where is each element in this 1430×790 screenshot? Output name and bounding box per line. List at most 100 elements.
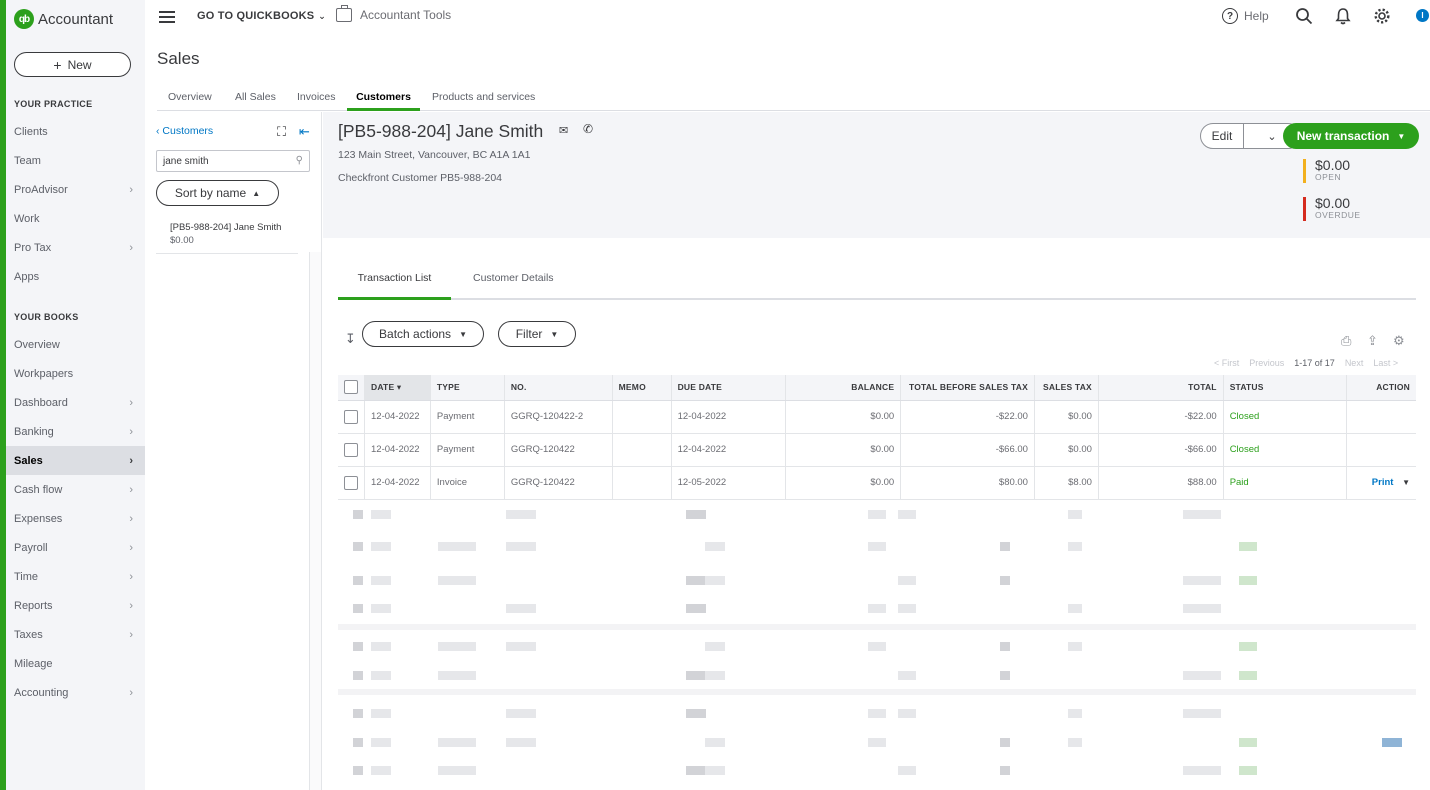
sidebar-item-taxes[interactable]: Taxes › [6,620,145,649]
batch-actions-button[interactable]: Batch actions ▼ [362,321,484,347]
overdue-label: OVERDUE [1315,210,1361,220]
split-view-icon[interactable]: ⇤ [299,124,310,140]
list-scrollbar[interactable] [309,252,321,790]
table-row[interactable]: 12-04-2022 Payment GGRQ-120422-2 12-04-2022… [338,400,1416,434]
sidebar-item-sales[interactable]: Sales › [6,446,145,475]
blurred-cell [438,542,476,551]
row-checkbox-cell[interactable] [338,466,365,500]
table-row[interactable]: 12-04-2022 Payment GGRQ-120422 12-04-2022 $0… [338,433,1416,467]
sidebar-item-banking[interactable]: Banking › [6,417,145,446]
table-row[interactable]: 12-04-2022 Invoice GGRQ-120422 12-05-2022 $0… [338,466,1416,500]
search-icon[interactable] [1295,7,1313,25]
tab-invoices[interactable]: Invoices [297,91,336,111]
blurred-cell [1068,709,1082,718]
tab-products-and-services[interactable]: Products and services [432,91,535,111]
sidebar-item-accounting[interactable]: Accounting › [6,678,145,707]
pager-last[interactable]: Last > [1373,358,1398,368]
customer-list-item-amount: $0.00 [170,235,194,246]
sidebar-item-label: Mileage [14,657,53,670]
overdue-indicator [1303,197,1306,221]
blurred-cell [898,576,916,585]
blurred-cell [353,671,363,680]
col-due-date[interactable]: DUE DATE [671,375,787,401]
sidebar-item-payroll[interactable]: Payroll › [6,533,145,562]
sidebar-item-dashboard[interactable]: Dashboard › [6,388,145,417]
sidebar-item-expenses[interactable]: Expenses › [6,504,145,533]
row-checkbox[interactable] [344,475,358,490]
pager-next[interactable]: Next [1345,358,1364,368]
cell-due: 12-04-2022 [671,433,787,467]
print-icon[interactable]: ⎙ [1341,333,1351,349]
sidebar-item-mileage[interactable]: Mileage [6,649,145,678]
tab-all-sales[interactable]: All Sales [235,91,276,111]
new-transaction-button[interactable]: New transaction ▼ [1283,123,1419,149]
blurred-cell [353,766,363,775]
sidebar-item-time[interactable]: Time › [6,562,145,591]
col-total-before-tax[interactable]: TOTAL BEFORE SALES TAX [900,375,1035,401]
sidebar-item-work[interactable]: Work [6,204,145,233]
customer-list-item[interactable]: [PB5-988-204] Jane Smith $0.00 [156,222,298,254]
col-sales-tax[interactable]: SALES TAX [1034,375,1099,401]
sidebar-item-label: Dashboard [14,396,68,409]
col-balance[interactable]: BALANCE [785,375,902,401]
notifications-bell-icon[interactable] [1334,7,1352,25]
section-heading-practice: YOUR PRACTICE [14,99,93,109]
phone-icon[interactable]: ✆ [583,122,593,136]
blurred-cell [506,542,536,551]
edit-button[interactable]: Edit [1201,124,1244,148]
table-settings-gear-icon[interactable]: ⚙ [1393,333,1405,349]
row-checkbox-cell[interactable] [338,433,365,467]
row-checkbox[interactable] [344,442,358,457]
filter-button[interactable]: Filter ▼ [498,321,576,347]
sidebar-item-pro-tax[interactable]: Pro Tax › [6,233,145,262]
tab-overview[interactable]: Overview [168,91,212,111]
tab-transaction-list[interactable]: Transaction List [338,272,451,300]
sidebar-item-workpapers[interactable]: Workpapers [6,359,145,388]
collapse-icon[interactable]: ⛶ [277,124,286,140]
blurred-cell [686,576,706,585]
blurred-cell [898,709,916,718]
col-total[interactable]: TOTAL [1098,375,1224,401]
cell-action[interactable]: Print ▼ [1346,466,1416,500]
user-avatar[interactable]: I [1416,9,1429,22]
sidebar-item-apps[interactable]: Apps [6,262,145,291]
pager-first[interactable]: < First [1214,358,1239,368]
customer-search-input[interactable]: jane smith ⚲ [156,150,310,172]
settings-gear-icon[interactable] [1373,7,1391,25]
sort-order-icon[interactable]: ↧ [345,331,356,347]
email-icon[interactable]: ✉ [559,124,568,137]
col-type[interactable]: TYPE [430,375,505,401]
sidebar-item-reports[interactable]: Reports › [6,591,145,620]
top-bar: GO TO QUICKBOOKS ⌄ Accountant Tools ? Hel… [145,0,1430,36]
select-all-checkbox-cell[interactable] [338,375,365,401]
accountant-tools-button[interactable]: Accountant Tools [336,5,451,22]
blurred-cell [705,542,725,551]
print-action-link[interactable]: Print [1372,477,1394,488]
caret-down-icon[interactable]: ▼ [1402,478,1410,487]
sidebar-item-team[interactable]: Team [6,146,145,175]
customer-list-panel: ‹ Customers ⛶ ⇤ jane smith ⚲ Sort by nam… [145,112,322,790]
col-no[interactable]: NO. [504,375,613,401]
sidebar-item-cash-flow[interactable]: Cash flow › [6,475,145,504]
sidebar-item-overview[interactable]: Overview [6,330,145,359]
blurred-cell [1239,738,1257,747]
tab-customer-details[interactable]: Customer Details [473,272,554,300]
row-checkbox[interactable] [344,409,358,424]
sidebar-item-clients[interactable]: Clients [6,117,145,146]
new-button[interactable]: + New [14,52,131,77]
back-to-customers-link[interactable]: ‹ Customers [156,125,213,137]
row-checkbox-cell[interactable] [338,400,365,434]
col-status[interactable]: STATUS [1223,375,1348,401]
select-all-checkbox[interactable] [344,380,358,395]
go-to-quickbooks-menu[interactable]: GO TO QUICKBOOKS ⌄ [197,10,326,22]
pager-previous[interactable]: Previous [1249,358,1284,368]
tab-customers[interactable]: Customers [347,91,420,111]
hamburger-menu-icon[interactable] [159,11,175,26]
brand[interactable]: qb Accountant [14,9,113,29]
export-icon[interactable]: ⇪ [1367,333,1378,349]
sort-by-name-button[interactable]: Sort by name ▲ [156,180,279,206]
sidebar-item-proadvisor[interactable]: ProAdvisor › [6,175,145,204]
col-memo[interactable]: MEMO [612,375,672,401]
help-button[interactable]: ? Help [1222,8,1269,24]
col-date[interactable]: DATE ▾ [364,375,431,401]
